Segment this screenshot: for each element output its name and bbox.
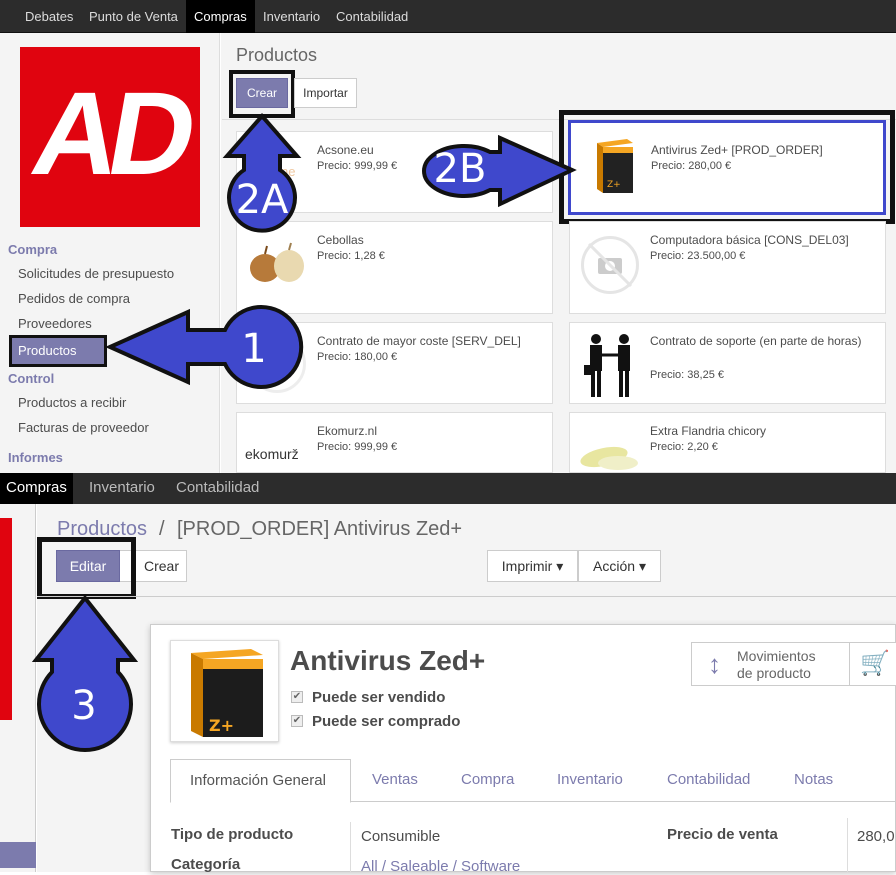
annotation-label-1: 1 xyxy=(241,326,267,372)
annotation-layer xyxy=(31,112,577,752)
annotation-label-2b: 2B xyxy=(433,146,487,192)
annotation-label-3: 3 xyxy=(71,683,97,729)
annotation-label-2a: 2A xyxy=(235,177,289,223)
